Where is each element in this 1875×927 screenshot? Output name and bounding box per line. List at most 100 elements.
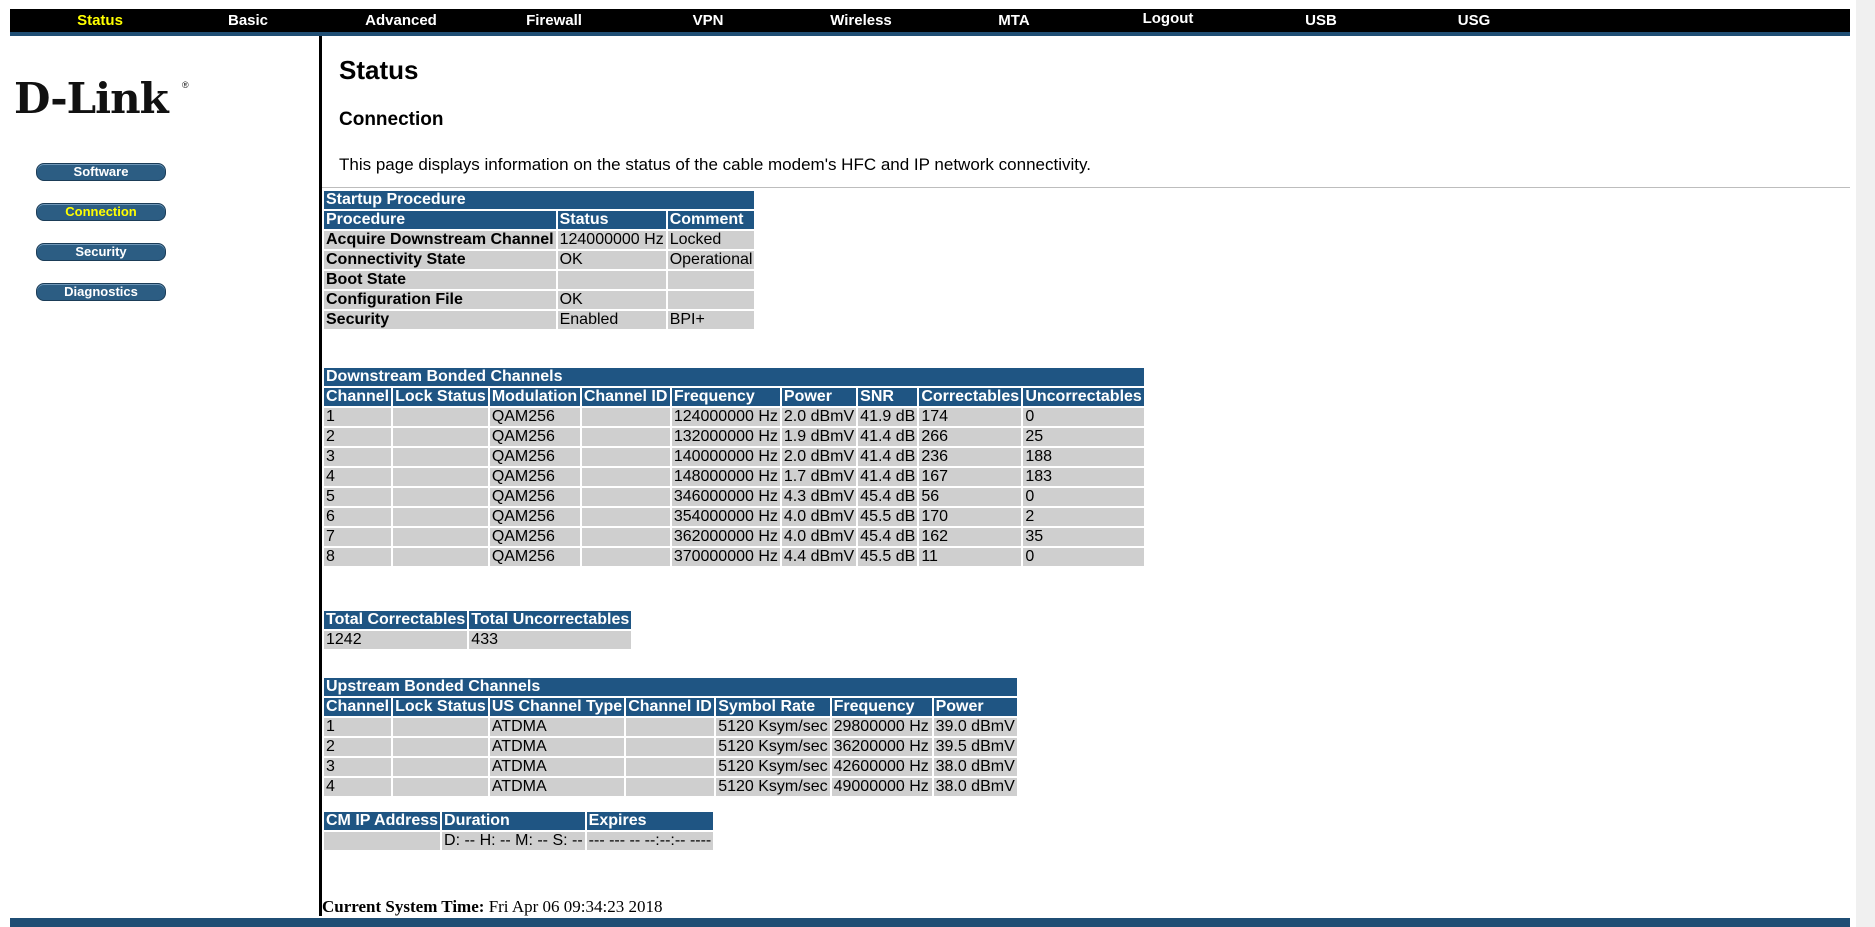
table-cell: 4.0 dBmV — [781, 508, 857, 526]
table-cell: 132000000 Hz — [671, 428, 780, 446]
sidebar-item-security[interactable]: Security — [36, 243, 166, 261]
table-cell: 49000000 Hz — [831, 778, 932, 796]
nav-mta[interactable]: MTA — [998, 9, 1029, 32]
nav-vpn[interactable]: VPN — [693, 9, 724, 32]
nav-firewall[interactable]: Firewall — [526, 9, 582, 32]
table-cell: ATDMA — [489, 738, 625, 756]
table-cell — [393, 508, 488, 526]
scrollbar[interactable] — [1856, 0, 1875, 927]
table-cell — [393, 718, 488, 736]
status-cell: OK — [557, 251, 666, 269]
sidebar-item-software[interactable]: Software — [36, 163, 166, 181]
table-cell: 1 — [324, 408, 392, 426]
table-cell — [393, 488, 488, 506]
comment-cell — [667, 271, 755, 289]
nav-usg[interactable]: USG — [1458, 9, 1491, 32]
table-cell — [581, 528, 670, 546]
table-row: 1242 433 — [324, 631, 632, 649]
table-cell: 3 — [324, 448, 392, 466]
table-row: 1 ATDMA 5120 Ksym/sec 29800000 Hz 39.0 dBmV — [324, 718, 1017, 736]
table-row: Acquire Downstream Channel 124000000 Hz … — [324, 231, 755, 249]
column-header: Frequency — [831, 698, 932, 716]
nav-usb[interactable]: USB — [1305, 9, 1337, 32]
table-cell: 5120 Ksym/sec — [716, 718, 830, 736]
procedure-cell: Connectivity State — [324, 251, 556, 269]
table-cell: 41.9 dB — [858, 408, 918, 426]
table-cell — [626, 738, 715, 756]
table-cell: 45.5 dB — [858, 508, 918, 526]
table-cell: 1.9 dBmV — [781, 428, 857, 446]
table-row: 3 ATDMA 5120 Ksym/sec 42600000 Hz 38.0 dBmV — [324, 758, 1017, 776]
procedure-cell: Acquire Downstream Channel — [324, 231, 556, 249]
column-header: Power — [933, 698, 1017, 716]
column-header: Correctables — [919, 388, 1022, 406]
sidebar-item-connection[interactable]: Connection — [36, 203, 166, 221]
column-header: Channel — [324, 388, 392, 406]
table-cell: 188 — [1023, 448, 1144, 466]
table-cell: 8 — [324, 548, 392, 566]
column-header: Total Correctables — [324, 611, 468, 629]
column-header: Channel ID — [581, 388, 670, 406]
procedure-cell: Boot State — [324, 271, 556, 289]
status-cell: 124000000 Hz — [557, 231, 666, 249]
total-correctables-value: 1242 — [324, 631, 468, 649]
table-cell: 6 — [324, 508, 392, 526]
table-cell — [581, 508, 670, 526]
bottom-bar — [10, 918, 1850, 927]
table-cell: 174 — [919, 408, 1022, 426]
nav-wireless[interactable]: Wireless — [830, 9, 892, 32]
table-cell: 45.5 dB — [858, 548, 918, 566]
total-uncorrectables-value: 433 — [469, 631, 632, 649]
nav-basic[interactable]: Basic — [228, 9, 268, 32]
column-header: CM IP Address — [324, 812, 441, 830]
table-title: Upstream Bonded Channels — [324, 678, 1017, 696]
table-row: 4 ATDMA 5120 Ksym/sec 49000000 Hz 38.0 dBmV — [324, 778, 1017, 796]
status-cell — [557, 271, 666, 289]
table-cell — [581, 488, 670, 506]
table-cell: 5 — [324, 488, 392, 506]
comment-cell: BPI+ — [667, 311, 755, 329]
table-cell: 2 — [324, 428, 392, 446]
table-row: 2 QAM256 132000000 Hz 1.9 dBmV 41.4 dB 266 25 — [324, 428, 1144, 446]
table-cell: 236 — [919, 448, 1022, 466]
table-cell: 45.4 dB — [858, 528, 918, 546]
table-cell — [393, 548, 488, 566]
table-row: 6 QAM256 354000000 Hz 4.0 dBmV 45.5 dB 170 2 — [324, 508, 1144, 526]
nav-status[interactable]: Status — [77, 9, 123, 32]
table-cell: ATDMA — [489, 718, 625, 736]
column-header: Expires — [586, 812, 714, 830]
table-cell: 39.0 dBmV — [933, 718, 1017, 736]
table-cell: 39.5 dBmV — [933, 738, 1017, 756]
table-cell: 5120 Ksym/sec — [716, 758, 830, 776]
table-cell — [581, 428, 670, 446]
table-cell: QAM256 — [489, 448, 580, 466]
sidebar-item-diagnostics[interactable]: Diagnostics — [36, 283, 166, 301]
table-cell: 354000000 Hz — [671, 508, 780, 526]
nav-stripe — [10, 32, 1850, 36]
comment-cell: Locked — [667, 231, 755, 249]
table-row: D: -- H: -- M: -- S: -- --- --- -- --:--… — [324, 832, 714, 850]
procedure-cell: Configuration File — [324, 291, 556, 309]
table-cell: 35 — [1023, 528, 1144, 546]
nav-logout[interactable]: Logout — [1143, 7, 1194, 30]
table-cell: 2 — [1023, 508, 1144, 526]
table-cell: 56 — [919, 488, 1022, 506]
cm-ip-value — [324, 832, 441, 850]
cm-ip-table: CM IP Address Duration Expires D: -- H: … — [322, 810, 715, 852]
table-cell: 0 — [1023, 548, 1144, 566]
table-row: Security Enabled BPI+ — [324, 311, 755, 329]
table-cell — [626, 778, 715, 796]
table-cell: 41.4 dB — [858, 468, 918, 486]
expires-value: --- --- -- --:--:-- ---- — [586, 832, 714, 850]
table-cell: 38.0 dBmV — [933, 758, 1017, 776]
nav-advanced[interactable]: Advanced — [365, 9, 437, 32]
column-header: Duration — [442, 812, 585, 830]
column-header: Comment — [667, 211, 755, 229]
column-header: Power — [781, 388, 857, 406]
duration-value: D: -- H: -- M: -- S: -- — [442, 832, 585, 850]
column-header: SNR — [858, 388, 918, 406]
table-cell: ATDMA — [489, 778, 625, 796]
table-row: Connectivity State OK Operational — [324, 251, 755, 269]
totals-table: Total Correctables Total Uncorrectables … — [322, 609, 633, 651]
page-description: This page displays information on the st… — [339, 155, 1091, 174]
